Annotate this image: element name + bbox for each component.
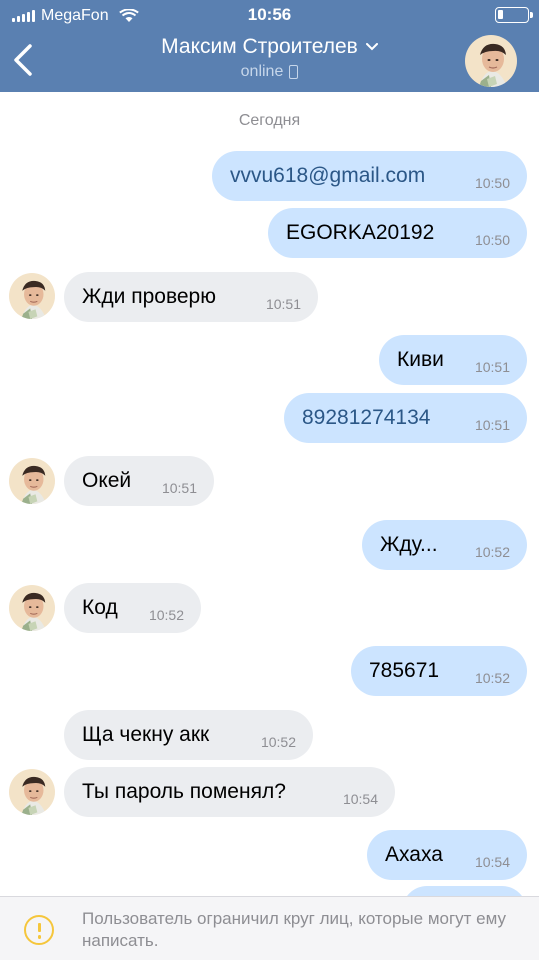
day-separator: Сегодня [238, 112, 301, 129]
message-text: Ахаха [385, 843, 443, 866]
message-time: 10:51 [161, 480, 197, 496]
warning-icon [24, 915, 54, 945]
message-text: Код [82, 596, 118, 619]
message-text: EGORKA20192 [286, 221, 435, 244]
message-bubble-incoming[interactable]: Жди проверю 10:51 [64, 272, 318, 322]
message-text: Жду... [380, 533, 438, 556]
sender-avatar[interactable] [9, 585, 55, 631]
message-text: Киви [397, 348, 444, 371]
message-bubble-incoming[interactable]: Ща чекну акк 10:52 [64, 710, 313, 760]
message-bubble-outgoing[interactable]: Жду... 10:52 [362, 520, 527, 570]
chat-title-button[interactable]: Максим Строителев [161, 35, 378, 59]
message-text: Ща чекну акк [82, 723, 210, 746]
online-label: online [240, 63, 284, 80]
sender-avatar[interactable] [9, 273, 55, 319]
sender-avatar[interactable] [9, 769, 55, 815]
message-time: 10:52 [474, 670, 510, 686]
message-bubble-outgoing[interactable]: vvvu618@gmail.com 10:50 [212, 151, 527, 201]
contact-avatar[interactable] [465, 35, 517, 87]
online-status: online [241, 63, 299, 81]
message-bubble-incoming[interactable]: Окей 10:51 [64, 456, 214, 506]
message-bubble-outgoing[interactable]: Киви 10:51 [379, 335, 527, 385]
message-time: 10:52 [474, 544, 510, 560]
message-phone-link[interactable]: 89281274134 [302, 393, 430, 443]
message-bubble-incoming[interactable]: Код 10:52 [64, 583, 201, 633]
battery-icon [495, 7, 533, 23]
message-bubble-outgoing[interactable]: Ахаха 10:54 [367, 830, 527, 880]
message-time: 10:50 [474, 232, 510, 248]
sender-avatar[interactable] [9, 458, 55, 504]
status-time: 10:56 [247, 5, 292, 24]
message-email-link[interactable]: vvvu618@gmail.com [230, 151, 425, 201]
message-text: Ты пароль поменял? [82, 780, 286, 803]
chevron-down-icon [365, 43, 378, 51]
mobile-phone-icon [289, 65, 299, 79]
message-time: 10:51 [474, 359, 510, 375]
message-time: 10:50 [474, 175, 510, 191]
message-bubble-outgoing[interactable]: 785671 10:52 [351, 646, 527, 696]
restricted-messaging-notice: Пользователь ограничил круг лиц, которые… [0, 896, 539, 960]
message-time: 10:52 [148, 607, 184, 623]
message-time: 10:54 [474, 854, 510, 870]
message-bubble-outgoing[interactable]: 89281274134 10:51 [284, 393, 527, 443]
message-time: 10:51 [265, 296, 301, 312]
message-time: 10:52 [260, 734, 296, 750]
message-time: 10:54 [342, 791, 378, 807]
message-bubble-outgoing[interactable]: EGORKA20192 10:50 [268, 208, 527, 258]
chat-header: MegaFon 10:56 Максим Строителев online [0, 0, 539, 92]
message-bubble-incoming[interactable]: Ты пароль поменял? 10:54 [64, 767, 395, 817]
message-text: Окей [82, 469, 132, 492]
contact-name: Максим Строителев [161, 35, 358, 58]
message-text: 785671 [369, 659, 440, 682]
message-text: Жди проверю [82, 285, 216, 308]
notice-text: Пользователь ограничил круг лиц, которые… [82, 909, 507, 950]
status-bar: MegaFon 10:56 [0, 0, 539, 32]
message-time: 10:51 [474, 417, 510, 433]
